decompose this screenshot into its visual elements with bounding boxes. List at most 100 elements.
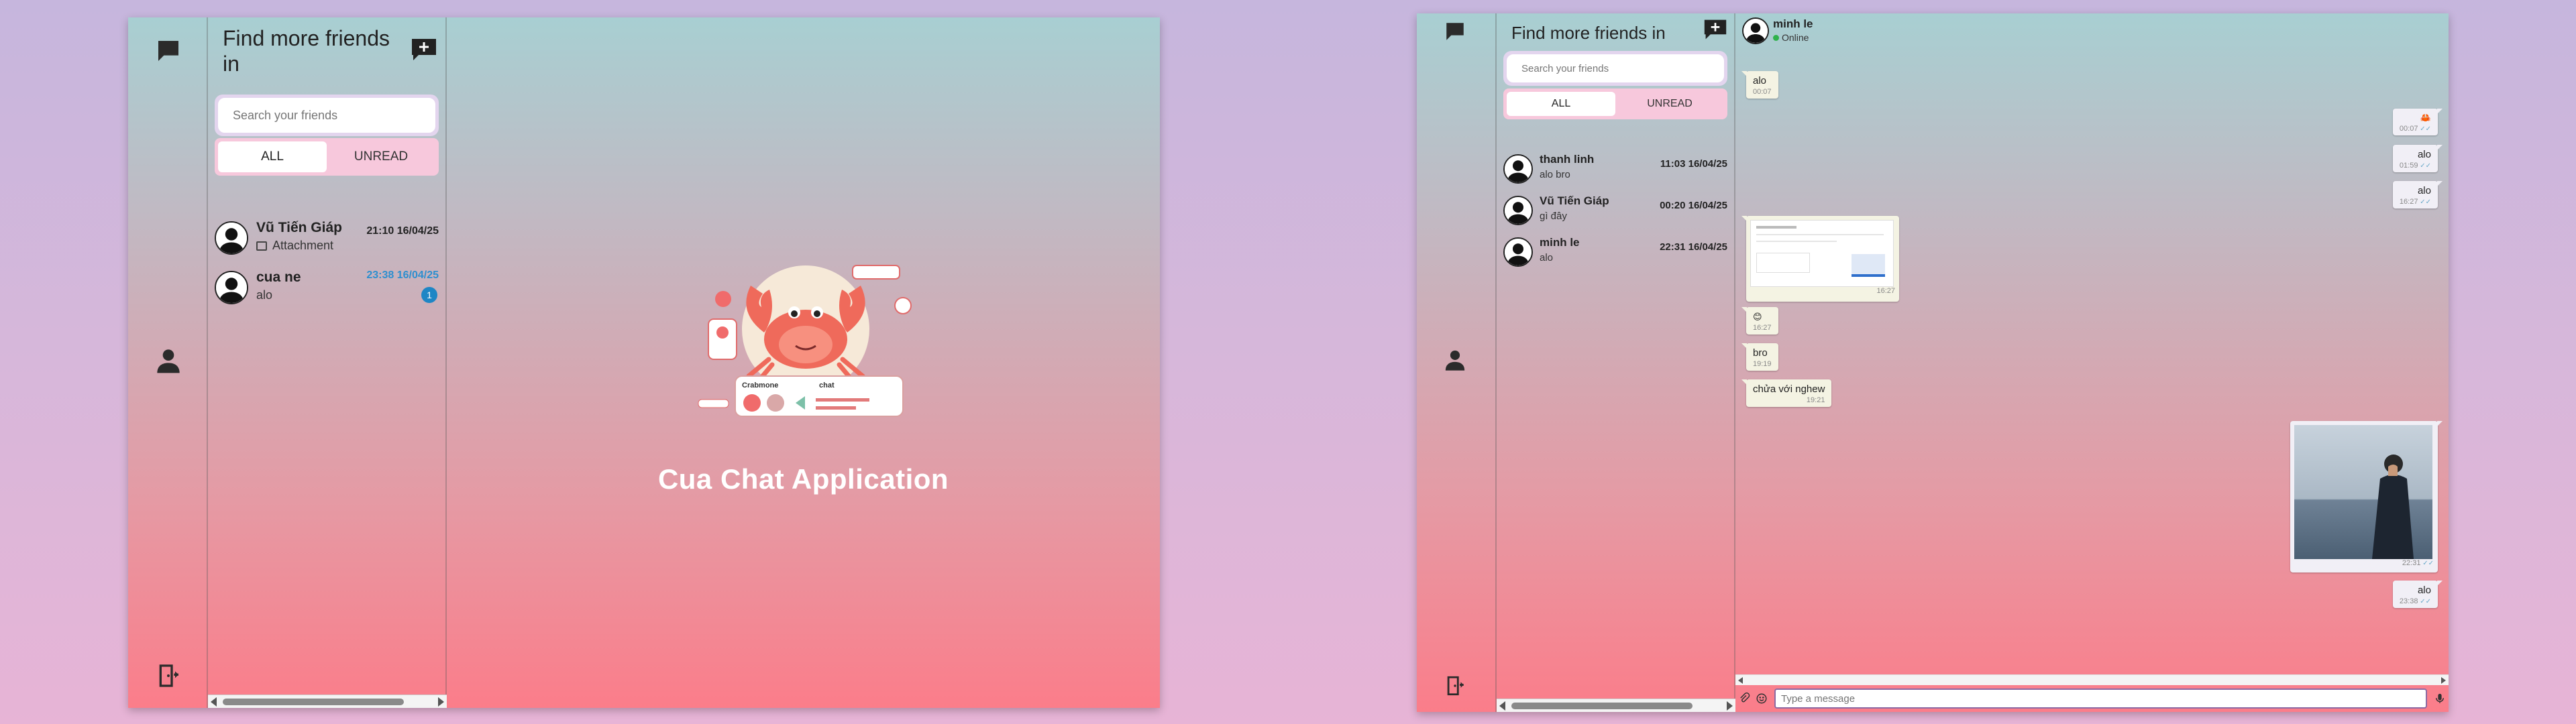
person-photo[interactable] bbox=[2294, 425, 2432, 559]
message-time: 00:07 bbox=[1753, 88, 1772, 96]
search-container bbox=[1503, 51, 1727, 86]
message-bubble[interactable]: alo 16:27 bbox=[2392, 181, 2443, 208]
tab-all[interactable]: ALL bbox=[1507, 92, 1615, 116]
message-time: 23:38 bbox=[2400, 597, 2431, 605]
welcome-title: Cua Chat Application bbox=[657, 463, 949, 495]
add-chat-icon[interactable] bbox=[409, 36, 439, 63]
panel-scrollbar[interactable] bbox=[208, 695, 447, 708]
conversation-item[interactable]: Vũ Tiến Giáp Attachment 21:10 16/04/25 bbox=[215, 217, 440, 257]
scroll-right-arrow[interactable] bbox=[438, 697, 444, 707]
screenshot-thumbnail[interactable] bbox=[1750, 220, 1894, 287]
message-time: 22:31 bbox=[2294, 559, 2434, 567]
message-time: 16:27 bbox=[1753, 324, 1772, 332]
illu-label-right: chat bbox=[819, 381, 835, 389]
panel-title: Find more friends in bbox=[223, 26, 390, 76]
conversation-time: 22:31 16/04/25 bbox=[1660, 241, 1727, 253]
conversation-item[interactable]: thanh linh alo bro 11:03 16/04/25 bbox=[1503, 150, 1729, 186]
conversation-panel: Find more friends in ALL UNREAD thanh li… bbox=[1497, 13, 1735, 712]
scroll-left-arrow[interactable] bbox=[211, 697, 217, 707]
message-time: 19:19 bbox=[1753, 360, 1772, 368]
scroll-left-arrow[interactable] bbox=[1738, 677, 1743, 684]
conversation-preview: alo bbox=[256, 288, 273, 302]
conversation-name: cua ne bbox=[256, 269, 301, 285]
message-bubble[interactable]: 🦀 00:07 bbox=[2392, 109, 2443, 135]
crab-illustration: Crabmone chat bbox=[698, 265, 912, 417]
emoji-icon[interactable] bbox=[1753, 690, 1770, 707]
contacts-icon[interactable] bbox=[154, 346, 183, 375]
conversation-preview: alo bro bbox=[1540, 169, 1570, 180]
avatar bbox=[1503, 196, 1533, 225]
message-bubble[interactable]: chửa với nghew 19:21 bbox=[1741, 379, 1832, 407]
image-message[interactable]: 22:31 bbox=[2290, 421, 2443, 572]
message-time: 01:59 bbox=[2400, 162, 2431, 170]
online-dot-icon bbox=[1773, 34, 1779, 41]
panel-scrollbar[interactable] bbox=[1497, 699, 1735, 712]
message-composer bbox=[1735, 685, 2449, 712]
avatar bbox=[1503, 154, 1533, 184]
image-message[interactable]: 16:27 bbox=[1741, 216, 1899, 302]
conversation-time: 11:03 16/04/25 bbox=[1660, 158, 1727, 170]
message-bubble[interactable]: alo 00:07 bbox=[1741, 71, 1778, 99]
nav-rail bbox=[128, 17, 208, 708]
tab-all[interactable]: ALL bbox=[218, 141, 327, 172]
message-text: 🦀 bbox=[2420, 113, 2431, 123]
unread-badge: 1 bbox=[421, 287, 437, 303]
message-text: alo bbox=[2417, 185, 2431, 196]
message-text: alo bbox=[2417, 585, 2431, 596]
conversation-name: Vũ Tiến Giáp bbox=[256, 220, 342, 235]
chat-username: minh le bbox=[1773, 17, 1813, 30]
scroll-thumb[interactable] bbox=[223, 699, 404, 705]
status-text: Online bbox=[1782, 32, 1809, 43]
message-input[interactable] bbox=[1774, 688, 2427, 709]
search-container bbox=[215, 95, 439, 136]
avatar[interactable] bbox=[1742, 17, 1769, 44]
message-time: 00:07 bbox=[2400, 125, 2431, 133]
chat-icon[interactable] bbox=[1442, 19, 1468, 44]
avatar bbox=[215, 221, 248, 255]
filter-tabs: ALL UNREAD bbox=[215, 138, 439, 176]
attach-icon[interactable] bbox=[1735, 690, 1753, 707]
scroll-right-arrow[interactable] bbox=[1727, 701, 1733, 711]
mic-icon[interactable] bbox=[2431, 690, 2449, 707]
conversation-item[interactable]: Vũ Tiến Giáp gì đây 00:20 16/04/25 bbox=[1503, 192, 1729, 228]
chat-scrollbar[interactable] bbox=[1735, 674, 2449, 685]
message-text: chửa với nghew bbox=[1753, 383, 1825, 395]
chat-window-conversation: Find more friends in ALL UNREAD thanh li… bbox=[1417, 13, 2449, 712]
logout-icon[interactable] bbox=[154, 661, 183, 690]
conversation-name: thanh linh bbox=[1540, 153, 1595, 166]
conversation-name: Vũ Tiến Giáp bbox=[1540, 194, 1609, 207]
contacts-icon[interactable] bbox=[1442, 347, 1468, 373]
scroll-left-arrow[interactable] bbox=[1499, 701, 1505, 711]
avatar bbox=[1503, 237, 1533, 267]
conversation-preview: gì đây bbox=[1540, 210, 1567, 222]
conversation-item[interactable]: cua ne alo 23:38 16/04/25 1 bbox=[215, 267, 440, 307]
conversation-time: 23:38 16/04/25 bbox=[366, 269, 439, 281]
message-bubble[interactable]: alo 23:38 bbox=[2392, 581, 2443, 608]
conversation-preview: alo bbox=[1540, 252, 1554, 263]
message-time: 19:21 bbox=[1806, 396, 1825, 404]
logout-icon[interactable] bbox=[1442, 673, 1468, 699]
message-text: 😊 bbox=[1753, 312, 1762, 322]
panel-title: Find more friends in bbox=[1511, 23, 1666, 43]
add-chat-icon[interactable] bbox=[1702, 17, 1729, 42]
message-text: alo bbox=[1753, 75, 1767, 86]
tab-unread[interactable]: UNREAD bbox=[327, 141, 435, 172]
avatar bbox=[215, 271, 248, 304]
search-input[interactable] bbox=[218, 98, 435, 133]
message-time: 16:27 bbox=[1876, 287, 1895, 295]
scroll-right-arrow[interactable] bbox=[2441, 677, 2446, 684]
conversation-item[interactable]: minh le alo 22:31 16/04/25 bbox=[1503, 233, 1729, 269]
conversation-time: 00:20 16/04/25 bbox=[1660, 200, 1727, 211]
welcome-area: Crabmone chat Cua Chat Application bbox=[447, 17, 1160, 708]
scroll-thumb[interactable] bbox=[1511, 703, 1693, 709]
tab-unread[interactable]: UNREAD bbox=[1615, 92, 1724, 116]
message-bubble[interactable]: 😊 16:27 bbox=[1741, 307, 1778, 335]
conversation-name: minh le bbox=[1540, 236, 1580, 249]
nav-rail bbox=[1417, 13, 1497, 712]
preview-text: Attachment bbox=[272, 239, 334, 252]
message-bubble[interactable]: alo 01:59 bbox=[2392, 145, 2443, 172]
chat-icon[interactable] bbox=[154, 36, 183, 66]
chat-window-welcome: Find more friends in ALL UNREAD Vũ Tiến … bbox=[128, 17, 1160, 708]
message-bubble[interactable]: bro 19:19 bbox=[1741, 343, 1778, 371]
search-input[interactable] bbox=[1507, 54, 1724, 82]
